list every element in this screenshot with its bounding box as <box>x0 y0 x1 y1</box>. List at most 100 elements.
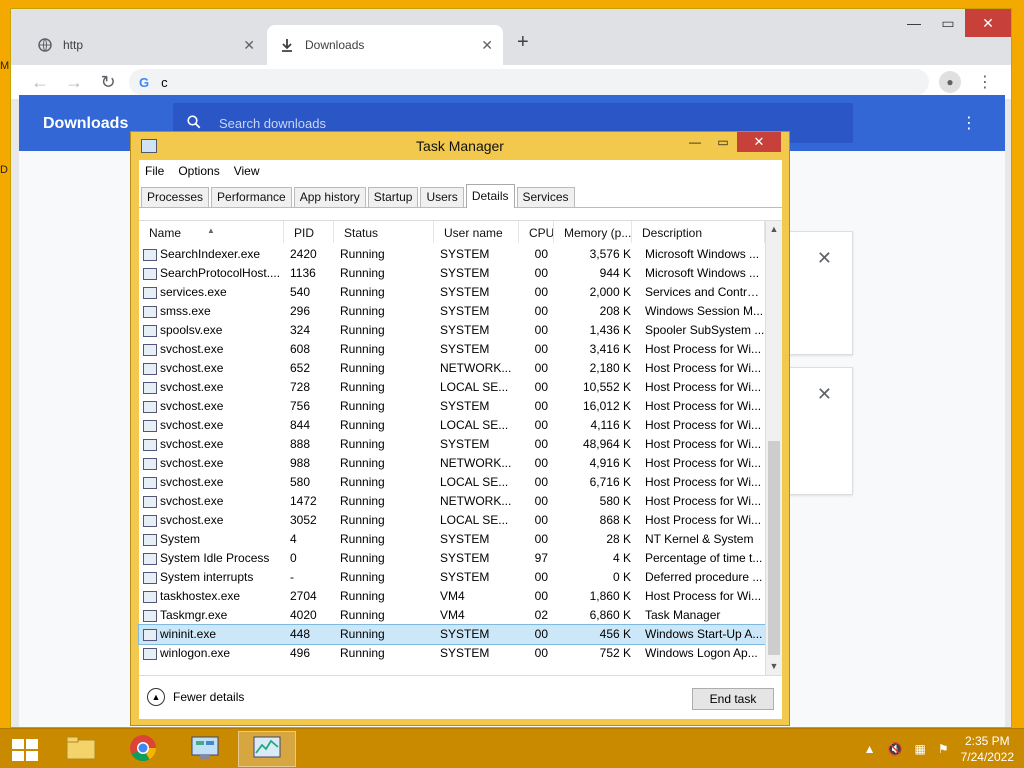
process-memory: 28 K <box>606 532 631 546</box>
menu-options[interactable]: Options <box>178 164 219 178</box>
process-name-text: svchost.exe <box>160 342 224 356</box>
process-status: Running <box>340 475 385 489</box>
table-row[interactable]: svchost.exe 756 Running SYSTEM 00 16,012 K Hos… <box>139 397 765 416</box>
table-row[interactable]: svchost.exe 652 Running NETWORK... 00 2,180 K… <box>139 359 765 378</box>
table-row[interactable]: wininit.exe 448 Running SYSTEM 00 456 K Window… <box>138 624 766 645</box>
column-header-pid[interactable]: PID <box>284 221 334 243</box>
table-row[interactable]: svchost.exe 844 Running LOCAL SE... 00 4,116 … <box>139 416 765 435</box>
network-icon[interactable]: ▦ <box>915 742 926 756</box>
browser-tab-http[interactable]: http ✕ <box>25 25 265 65</box>
file-explorer-taskbar-button[interactable] <box>52 731 110 767</box>
column-header-description[interactable]: Description <box>632 221 765 243</box>
table-row[interactable]: svchost.exe 728 Running LOCAL SE... 00 10,552… <box>139 378 765 397</box>
action-center-icon[interactable]: ⚑ <box>938 742 949 756</box>
scrollbar-thumb[interactable] <box>768 441 780 655</box>
table-row[interactable]: svchost.exe 608 Running SYSTEM 00 3,416 K Host… <box>139 340 765 359</box>
task-manager-icon <box>252 735 282 764</box>
remove-download-icon[interactable]: ✕ <box>817 384 832 405</box>
chrome-icon <box>129 734 157 765</box>
control-panel-taskbar-button[interactable] <box>176 731 234 767</box>
control-panel-icon <box>190 735 220 764</box>
minimize-button[interactable]: — <box>897 9 931 37</box>
chrome-taskbar-button[interactable] <box>114 731 172 767</box>
task-manager-taskbar-button[interactable] <box>238 731 296 767</box>
table-row[interactable]: System 4 Running SYSTEM 00 28 K NT Kernel & Sy… <box>139 530 765 549</box>
process-description: Host Process for Wi... <box>645 589 762 603</box>
menu-view[interactable]: View <box>234 164 260 178</box>
table-row[interactable]: svchost.exe 1472 Running NETWORK... 00 580 K H… <box>139 492 765 511</box>
process-name: services.exe <box>139 283 284 302</box>
browser-tab-downloads[interactable]: Downloads ✕ <box>267 25 503 65</box>
process-memory: 10,552 K <box>582 380 631 394</box>
process-icon <box>143 362 157 375</box>
table-row[interactable]: services.exe 540 Running SYSTEM 00 2,000 K Ser… <box>139 283 765 302</box>
tab-startup[interactable]: Startup <box>367 187 419 207</box>
tab-users[interactable]: Users <box>420 187 464 207</box>
column-header-status[interactable]: Status <box>334 221 434 243</box>
scroll-down-icon[interactable]: ▼ <box>766 658 782 675</box>
column-header-user[interactable]: User name <box>434 221 519 243</box>
table-row[interactable]: svchost.exe 3052 Running LOCAL SE... 00 868 K… <box>139 511 765 530</box>
process-icon <box>143 343 157 356</box>
profile-icon[interactable]: ● <box>939 71 961 93</box>
table-row[interactable]: System interrupts - Running SYSTEM 00 0 K Defe… <box>139 568 765 587</box>
speaker-muted-icon[interactable]: 🔇 <box>888 742 903 756</box>
show-hidden-icons-icon[interactable]: ▲ <box>864 742 876 756</box>
minimize-button[interactable]: — <box>681 132 709 152</box>
table-row[interactable]: SearchIndexer.exe 2420 Running SYSTEM 00 3,57… <box>139 245 765 264</box>
tab-performance[interactable]: Performance <box>211 187 292 207</box>
process-cpu: 00 <box>534 342 548 356</box>
clock[interactable]: 2:35 PM 7/24/2022 <box>961 733 1014 765</box>
forward-icon[interactable]: → <box>57 72 91 93</box>
table-row[interactable]: SearchProtocolHost.... 1136 Running SYSTEM 0… <box>139 264 765 283</box>
table-row[interactable]: winlogon.exe 496 Running SYSTEM 00 752 K Windo… <box>139 644 765 663</box>
process-user: SYSTEM <box>440 399 490 413</box>
tab-details[interactable]: Details <box>465 184 515 208</box>
table-row[interactable]: System Idle Process 0 Running SYSTEM 97 4 K Pe… <box>139 549 765 568</box>
vertical-scrollbar[interactable]: ▲ ▼ <box>765 221 782 675</box>
table-row[interactable]: spoolsv.exe 324 Running SYSTEM 00 1,436 K Spoo… <box>139 321 765 340</box>
column-header-name[interactable]: ▲ Name <box>139 221 284 243</box>
column-header-cpu[interactable]: CPU <box>519 221 554 243</box>
table-row[interactable]: smss.exe 296 Running SYSTEM 00 208 K Windows S… <box>139 302 765 321</box>
close-tab-icon[interactable]: ✕ <box>243 37 255 54</box>
tab-processes[interactable]: Processes <box>141 187 210 207</box>
process-name-text: services.exe <box>160 285 227 299</box>
table-row[interactable]: svchost.exe 580 Running LOCAL SE... 00 6,716 … <box>139 473 765 492</box>
table-row[interactable]: svchost.exe 888 Running SYSTEM 00 48,964 K Hos… <box>139 435 765 454</box>
remove-download-icon[interactable]: ✕ <box>817 248 832 269</box>
close-tab-icon[interactable]: ✕ <box>481 37 493 54</box>
tab-strip: http ✕ Downloads ✕ + — ▭ ✕ <box>11 9 1011 65</box>
desktop-label: M <box>0 60 10 72</box>
chrome-menu-icon[interactable]: ⋮ <box>977 72 993 92</box>
google-icon: G <box>139 74 150 90</box>
process-name: svchost.exe <box>139 492 284 511</box>
fewer-details-button[interactable]: ▲ Fewer details <box>147 688 244 706</box>
process-icon <box>143 590 157 603</box>
table-row[interactable]: svchost.exe 988 Running NETWORK... 00 4,916 K… <box>139 454 765 473</box>
process-name-text: svchost.exe <box>160 456 224 470</box>
maximize-button[interactable]: ▭ <box>931 9 965 37</box>
tab-app-history[interactable]: App history <box>293 187 366 207</box>
tab-services[interactable]: Services <box>516 187 575 207</box>
start-button[interactable] <box>10 737 38 761</box>
new-tab-button[interactable]: + <box>517 31 529 54</box>
scroll-up-icon[interactable]: ▲ <box>766 221 782 238</box>
title-bar[interactable]: Task Manager — ▭ ✕ <box>131 132 789 160</box>
process-name-text: winlogon.exe <box>160 646 231 660</box>
process-status: Running <box>340 399 385 413</box>
maximize-button[interactable]: ▭ <box>709 132 737 152</box>
reload-icon[interactable]: ↻ <box>91 72 125 93</box>
process-pid: 2420 <box>290 247 317 261</box>
close-window-button[interactable]: ✕ <box>965 9 1011 37</box>
close-button[interactable]: ✕ <box>737 132 781 152</box>
back-icon[interactable]: ← <box>23 72 57 93</box>
table-row[interactable]: taskhostex.exe 2704 Running VM4 00 1,860 K Hos… <box>139 587 765 606</box>
column-header-memory[interactable]: Memory (p... <box>554 221 632 243</box>
table-row[interactable]: Taskmgr.exe 4020 Running VM4 02 6,860 K Task M… <box>139 606 765 625</box>
end-task-button[interactable]: End task <box>692 688 774 710</box>
more-options-icon[interactable]: ⋮ <box>961 113 977 133</box>
address-bar[interactable]: G c <box>129 69 929 95</box>
menu-file[interactable]: File <box>145 164 164 178</box>
process-pid: 540 <box>290 285 311 299</box>
